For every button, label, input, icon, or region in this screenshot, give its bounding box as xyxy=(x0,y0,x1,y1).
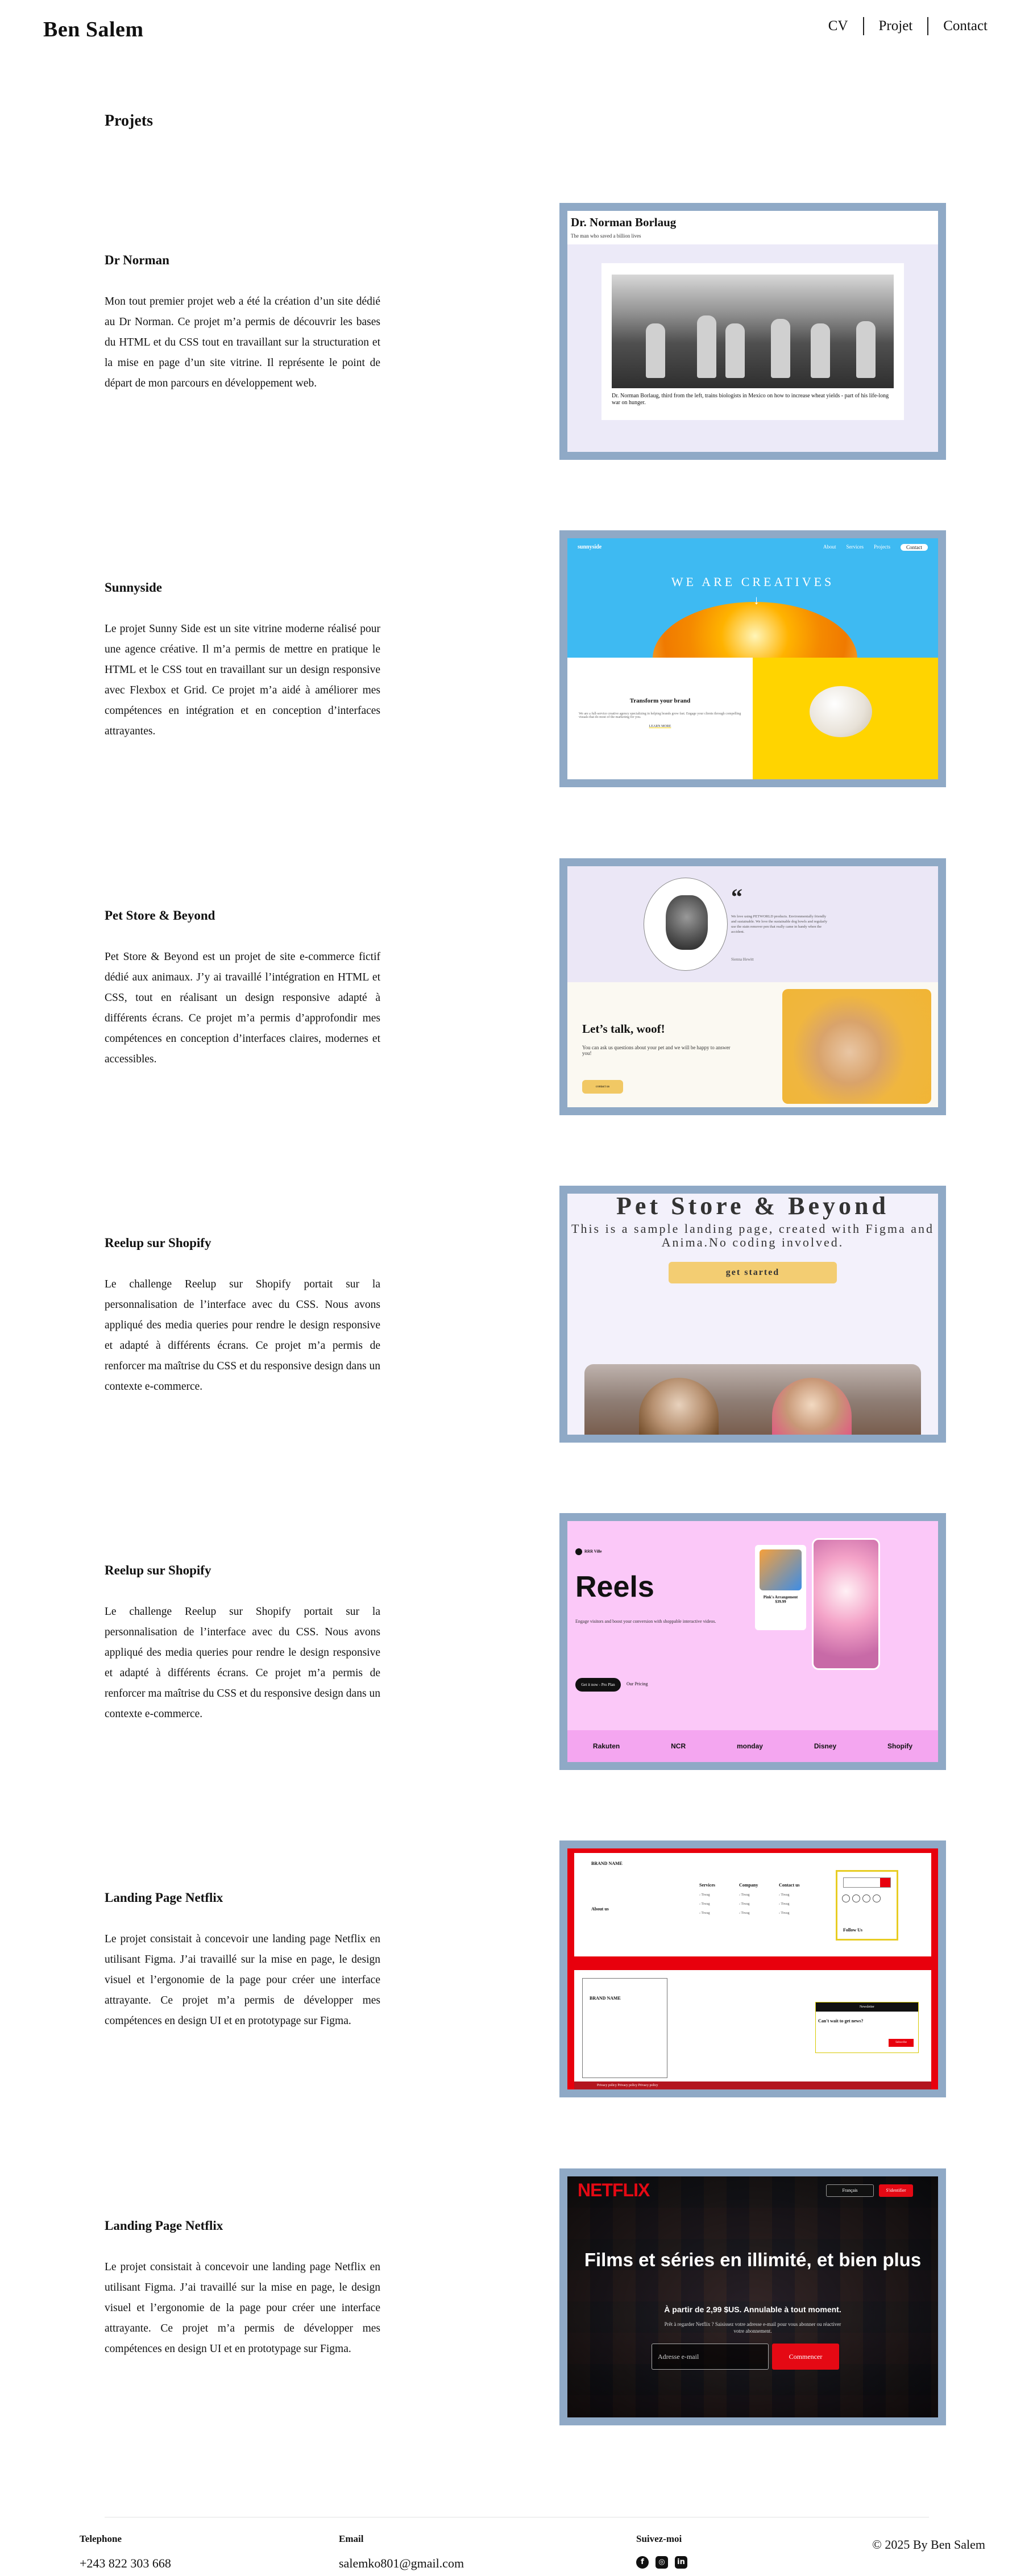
preview-subheadline: À partir de 2,99 $US. Annulable à tout m… xyxy=(664,2305,841,2314)
project-description: Pet Store & Beyond est un projet de site… xyxy=(105,951,380,1065)
preview-nav: About Services Projects Contact xyxy=(823,544,928,551)
email-field: Adresse e-mail xyxy=(652,2344,769,2370)
preview-screenshot: BRAND NAME About us Services › Tiwag › Tiw… xyxy=(567,1848,938,2089)
project-description: Mon tout premier projet web a été la cré… xyxy=(105,296,380,389)
get-started-button: get started xyxy=(669,1262,837,1283)
preview-screenshot: RRR Ville Reels Engage visitors and boos… xyxy=(567,1521,938,1762)
preview-title: Pet Store & Beyond xyxy=(616,1194,889,1220)
project-preview-sunnyside[interactable]: sunnyside About Services Projects Contac… xyxy=(559,530,946,787)
project-text: Sunnyside Le projet Sunny Side est un si… xyxy=(105,580,380,742)
wheat-field-image xyxy=(612,275,894,388)
partner-logos: Rakuten NCR monday Disney Shopify xyxy=(567,1730,938,1762)
project-preview-footer-design[interactable]: BRAND NAME About us Services › Tiwag › Tiw… xyxy=(559,1840,946,2097)
preview-cta-button: Get it now - Pro Plan xyxy=(575,1678,621,1692)
newsletter-box: Newsletter Can't wait to get news? Subsc… xyxy=(815,2002,919,2053)
language-select: Français xyxy=(826,2184,874,2197)
project-description: Le projet consistait à concevoir une lan… xyxy=(105,2261,380,2355)
site-header: Ben Salem CV Projet Contact xyxy=(0,0,1033,51)
preview-logo: sunnyside xyxy=(578,544,602,550)
preview-brand: RRR Ville xyxy=(575,1548,602,1555)
project-text: Reelup sur Shopify Le challenge Reelup s… xyxy=(105,1236,380,1397)
dogs-image xyxy=(584,1364,921,1435)
main-nav: CV Projet Contact xyxy=(814,17,988,35)
footer-mock-links: Privacy policy Privacy policy Privacy po… xyxy=(574,2081,931,2089)
preview-screenshot: sunnyside About Services Projects Contac… xyxy=(567,538,938,779)
preview-screenshot: Pet Store & Beyond This is a sample land… xyxy=(567,1194,938,1435)
linkedin-icon[interactable]: in xyxy=(675,2556,687,2569)
signin-button: S'identifier xyxy=(879,2184,913,2197)
nav-link-cv[interactable]: CV xyxy=(814,17,863,35)
footer-mock-top: BRAND NAME About us Services › Tiwag › Tiw… xyxy=(574,1853,931,1956)
preview-pricing-link: Our Pricing xyxy=(627,1681,648,1686)
project-description: Le projet Sunny Side est un site vitrine… xyxy=(105,623,380,737)
facebook-icon[interactable]: f xyxy=(636,2556,649,2569)
start-button: Commencer xyxy=(772,2344,839,2370)
preview-header: Dr. Norman Borlaug The man who saved a b… xyxy=(567,211,938,244)
project-title: Sunnyside xyxy=(105,580,163,595)
preview-screenshot: “ We love using PETWORLD products. Envir… xyxy=(567,866,938,1107)
avatar xyxy=(644,878,728,971)
preview-photo: Dr. Norman Borlaug, third from the left,… xyxy=(601,263,904,420)
instagram-icon[interactable]: ◎ xyxy=(656,2556,668,2569)
project-title: Landing Page Netflix xyxy=(105,1891,223,1905)
phone-video-image xyxy=(812,1538,880,1670)
preview-screenshot: NETFLIX Français S'identifier Films et s… xyxy=(567,2176,938,2417)
project-text: Landing Page Netflix Le projet consistai… xyxy=(105,1891,380,2031)
preview-headline: Films et séries en illimité, et bien plu… xyxy=(584,2249,922,2270)
email-link[interactable]: salemko801@gmail.com xyxy=(339,2556,464,2571)
project-preview-pet-store[interactable]: “ We love using PETWORLD products. Envir… xyxy=(559,858,946,1115)
preview-text: Prêt à regarder Netflix ? Saisissez votr… xyxy=(664,2321,841,2334)
netflix-logo: NETFLIX xyxy=(578,2180,650,2200)
dog-image xyxy=(782,989,931,1104)
project-text: Reelup sur Shopify Le challenge Reelup s… xyxy=(105,1563,380,1725)
project-preview-pet-store-landing[interactable]: Pet Store & Beyond This is a sample land… xyxy=(559,1186,946,1443)
nav-link-contact[interactable]: Contact xyxy=(928,17,988,35)
project-title: Pet Store & Beyond xyxy=(105,908,215,923)
nav-link-projet[interactable]: Projet xyxy=(864,17,928,35)
product-card: Pink's Arrangement $39.99 xyxy=(755,1545,806,1630)
phone-number[interactable]: +243 822 303 668 xyxy=(80,2556,171,2571)
footer-social: Suivez-moi f ◎ in xyxy=(636,2533,687,2569)
project-preview-dr-norman[interactable]: Dr. Norman Borlaug The man who saved a b… xyxy=(559,203,946,460)
quote-icon: “ xyxy=(731,884,742,909)
project-description: Le challenge Reelup sur Shopify portait … xyxy=(105,1606,380,1720)
page-title: Projets xyxy=(105,112,153,130)
preview-screenshot: Dr. Norman Borlaug The man who saved a b… xyxy=(567,211,938,452)
preview-block: Transform your brand We are a full-servi… xyxy=(567,658,753,779)
project-preview-netflix[interactable]: NETFLIX Français S'identifier Films et s… xyxy=(559,2168,946,2425)
preview-text: Engage visitors and boost your conversio… xyxy=(575,1619,716,1624)
arrow-down-icon: ↓ xyxy=(753,593,760,607)
footer-email: Email salemko801@gmail.com xyxy=(339,2533,464,2571)
project-text: Pet Store & Beyond Pet Store & Beyond es… xyxy=(105,908,380,1070)
footer-mock-bottom: BRAND NAME Newsletter Can't wait to get … xyxy=(574,1970,931,2081)
testimonial-author: Sienna Hewitt xyxy=(731,957,754,962)
project-description: Le projet consistait à concevoir une lan… xyxy=(105,1933,380,2027)
preview-headline: Reels xyxy=(575,1570,654,1603)
project-title: Reelup sur Shopify xyxy=(105,1563,211,1577)
project-title: Landing Page Netflix xyxy=(105,2218,223,2233)
preview-subtitle: The man who saved a billion lives xyxy=(571,233,641,239)
preview-hero-title: WE ARE CREATIVES xyxy=(671,575,835,589)
copyright: © 2025 By Ben Salem xyxy=(872,2537,985,2552)
site-brand[interactable]: Ben Salem xyxy=(43,17,144,42)
project-title: Dr Norman xyxy=(105,253,169,267)
preview-title: Dr. Norman Borlaug xyxy=(571,215,677,229)
testimonial-section: “ We love using PETWORLD products. Envir… xyxy=(567,866,938,982)
egg-image-panel xyxy=(753,658,938,779)
contact-section: Let’s talk, woof! You can ask us questio… xyxy=(567,982,938,1107)
project-text: Dr Norman Mon tout premier projet web a … xyxy=(105,253,380,394)
egg-image xyxy=(810,686,872,737)
preview-subtitle: This is a sample landing page, created w… xyxy=(571,1221,934,1249)
project-title: Reelup sur Shopify xyxy=(105,1236,211,1250)
project-description: Le challenge Reelup sur Shopify portait … xyxy=(105,1278,380,1393)
preview-caption: Dr. Norman Borlaug, third from the left,… xyxy=(612,393,889,406)
testimonial-text: We love using PETWORLD products. Environ… xyxy=(731,915,828,934)
project-preview-reelup[interactable]: RRR Ville Reels Engage visitors and boos… xyxy=(559,1513,946,1770)
contact-button: contact us xyxy=(582,1080,623,1094)
footer-phone: Telephone +243 822 303 668 xyxy=(80,2533,171,2571)
project-text: Landing Page Netflix Le projet consistai… xyxy=(105,2218,380,2359)
follow-box: Follow Us xyxy=(836,1870,898,1941)
